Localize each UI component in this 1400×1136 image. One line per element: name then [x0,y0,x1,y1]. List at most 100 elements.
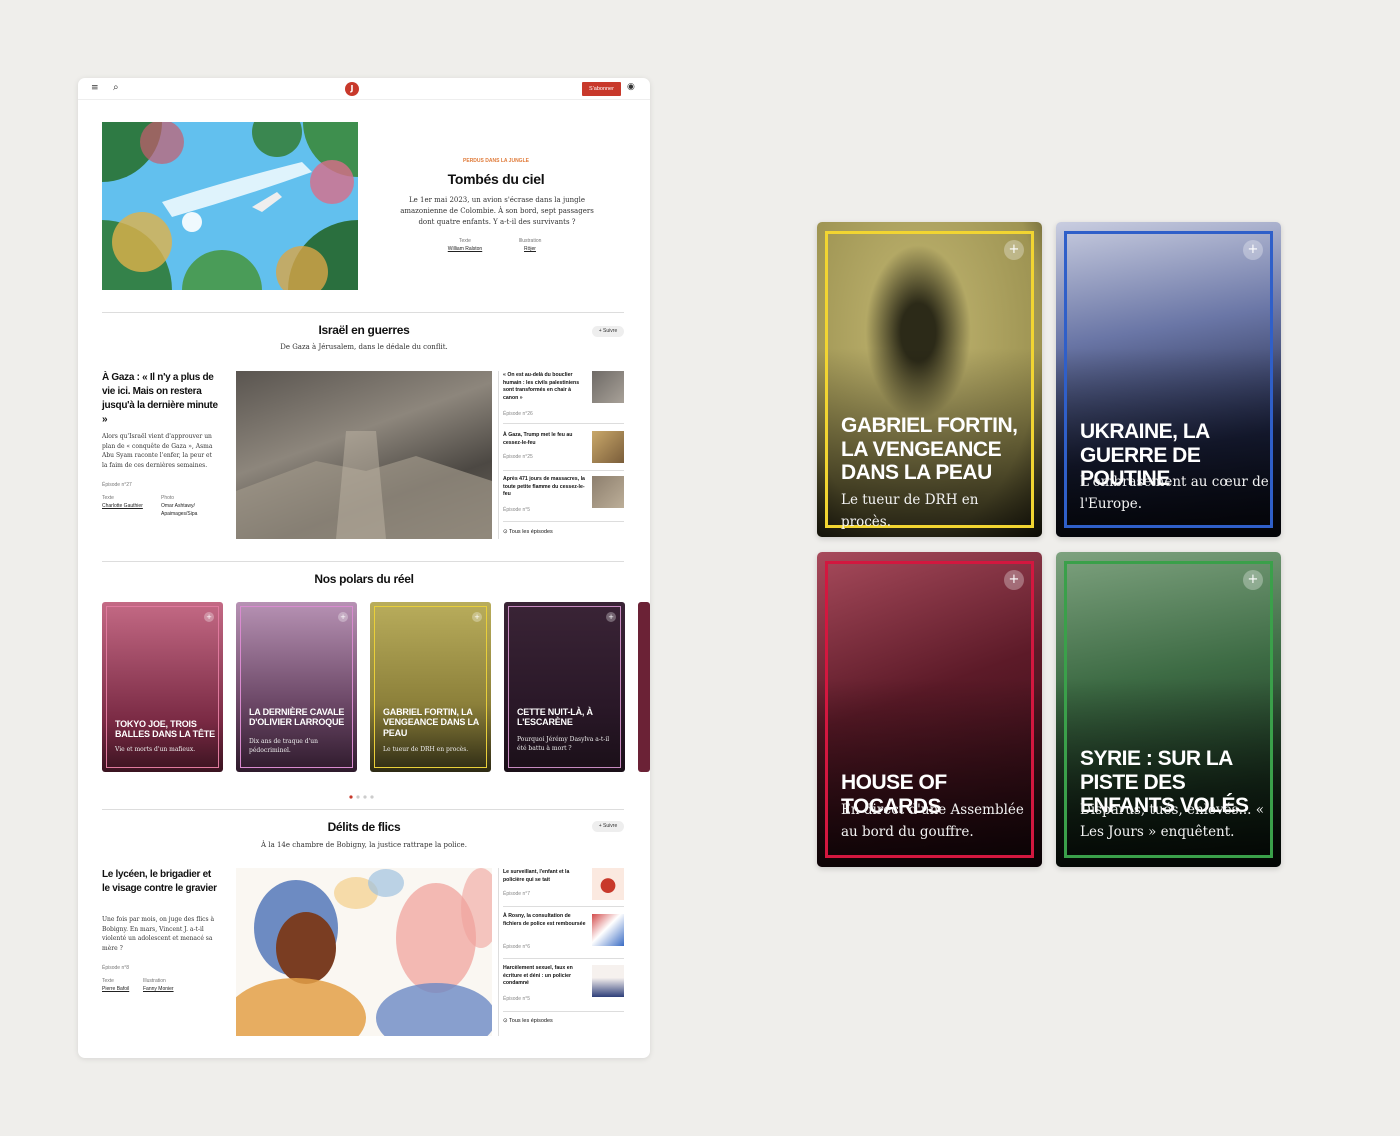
series-card[interactable]: + Cette nuit-là, à l'Escarène Pourquoi J… [504,602,625,772]
card-subtitle: Vie et morts d'un mafieux. [115,746,196,753]
series-card[interactable]: + La dernière cavale d'Olivier Larroque … [236,602,357,772]
card-subtitle: Le tueur de DRH en procès. [841,492,979,530]
series-card-large[interactable]: + Ukraine, la guerre de Poutine L'embras… [1056,222,1281,537]
hero-title[interactable]: Tombés du ciel [396,171,596,187]
website-mockup: ≡ ⌕ J S'abonner ◉ PERDUS DANS LA JUNGLE … [78,78,650,1058]
divider [503,521,624,522]
main-article-title[interactable]: À Gaza : « Il n'y a plus de vie ici. Mai… [102,371,222,427]
episode-thumbnail[interactable] [592,431,624,463]
section-title[interactable]: Nos polars du réel [249,572,479,586]
card-subtitle: Dix ans de traque d'un pédocriminel. [249,738,318,754]
gaza-photo[interactable] [236,371,492,539]
divider [503,906,624,907]
divider [102,561,624,562]
episode-title[interactable]: Le surveillant, l'enfant et la policière… [503,869,587,884]
add-icon[interactable]: + [606,612,616,622]
main-article-body: Une fois par mois, on juge des flics à B… [102,916,215,952]
divider [102,809,624,810]
carousel-dots[interactable] [348,784,380,799]
divider [102,312,624,313]
all-episodes-label: Tous les épisodes [509,1018,553,1024]
episode-title[interactable]: Après 471 jours de massacres, la toute p… [503,476,587,499]
all-episodes-link[interactable]: ⊙ Tous les épisodes [503,1018,553,1024]
follow-button[interactable]: + Suivre [592,326,624,337]
section-title[interactable]: Délits de flics [249,820,479,834]
menu-icon[interactable]: ≡ [91,84,99,93]
column-divider [498,371,499,539]
series-card[interactable]: + Gabriel Fortin, la vengeance dans la p… [370,602,491,772]
follow-button[interactable]: + Suivre [592,821,624,832]
section-subtitle: De Gaza à Jérusalem, dans le dédale du c… [280,343,448,351]
series-card-partial[interactable] [638,602,650,772]
credit-role: Texte [102,495,114,501]
episode-number: Épisode n°6 [503,944,531,950]
card-title: Cette nuit-là, à l'Escarène [517,707,593,728]
card-title: La dernière cavale d'Olivier Larroque [249,707,345,728]
divider [503,1011,624,1012]
card-subtitle: L'embrasement au cœur de l'Europe. [1080,474,1269,512]
series-card-large[interactable]: + Gabriel Fortin, la vengeance dans la p… [817,222,1042,537]
series-card-large[interactable]: + House of tocards En direct d'une Assem… [817,552,1042,867]
episode-thumbnail[interactable] [592,914,624,946]
episode-thumbnail[interactable] [592,476,624,508]
credit-name[interactable]: Fanny Monier [143,986,174,992]
episode-number: Épisode n°5 [503,996,531,1002]
add-icon[interactable]: + [1004,570,1024,590]
episode-thumbnail[interactable] [592,868,624,900]
episode-number: Épisode n°8 [102,965,130,971]
episode-title[interactable]: À Gaza, Trump met le feu au cessez-le-fe… [503,432,587,447]
episode-title[interactable]: À Rosny, la consultation de fichiers de … [503,913,587,928]
add-icon[interactable]: + [1243,240,1263,260]
main-article-body: Alors qu'Israël vient d'approuver un pla… [102,433,213,469]
episode-number: Épisode n°5 [503,507,531,513]
police-illustration[interactable] [236,868,492,1036]
card-title: Gabriel Fortin, la vengeance dans la pea… [841,414,1018,485]
episode-thumbnail[interactable] [592,965,624,997]
chevron-right-icon: ⊙ [503,529,508,535]
add-icon[interactable]: + [204,612,214,622]
credit-role: Photo [161,495,175,501]
series-card-large[interactable]: + Syrie : sur la piste des enfants volés… [1056,552,1281,867]
series-card[interactable]: + Tokyo Joe, trois balles dans la tête V… [102,602,223,772]
episode-title[interactable]: Harcèlement sexuel, faux en écriture et … [503,965,587,988]
divider [503,958,624,959]
credit-role: Texte [102,978,114,984]
column-divider [498,868,499,1036]
credit-role: Illustration [143,978,166,984]
episode-thumbnail[interactable] [592,371,624,403]
add-icon[interactable]: + [472,612,482,622]
main-article-title[interactable]: Le lycéen, le brigadier et le visage con… [102,868,217,896]
episode-number: Épisode n°7 [503,891,531,897]
credit-name[interactable]: Omar Ashtawy/ Apaimages/Sipa [161,503,211,518]
card-title: Tokyo Joe, trois balles dans la tête [115,719,215,740]
hero-credit-name[interactable]: Röjer [505,246,555,252]
add-icon[interactable]: + [1004,240,1024,260]
episode-number: Épisode n°25 [503,454,533,460]
add-icon[interactable]: + [338,612,348,622]
card-frame [374,606,487,768]
hero-kicker: PERDUS DANS LA JUNGLE [463,158,529,164]
all-episodes-link[interactable]: ⊙ Tous les épisodes [503,529,553,535]
section-subtitle: À la 14e chambre de Bobigny, la justice … [261,841,467,849]
divider [503,470,624,471]
episode-title[interactable]: « On est au-delà du bouclier humain : le… [503,372,587,402]
divider [503,423,624,424]
subscribe-button[interactable]: S'abonner [582,82,621,96]
card-title: Gabriel Fortin, la vengeance dans la pea… [383,707,479,738]
hero-illustration[interactable] [102,122,358,290]
hero-credit-name[interactable]: William Ralston [440,246,490,252]
card-frame [106,606,219,768]
hero-credit-role: Texte [459,238,471,244]
top-bar: ≡ ⌕ J S'abonner ◉ [78,78,650,100]
card-subtitle: Disparus, tués, enlevés... « Les Jours »… [1080,802,1264,840]
credit-name[interactable]: Charlotte Gauthier [102,503,143,509]
section-title[interactable]: Israël en guerres [249,323,479,337]
add-icon[interactable]: + [1243,570,1263,590]
chevron-right-icon: ⊙ [503,1018,508,1024]
search-icon[interactable]: ⌕ [113,83,119,93]
hero-credit-role: Illustration [518,238,542,244]
account-icon[interactable]: ◉ [627,83,635,92]
logo[interactable]: J [345,82,359,96]
credit-name[interactable]: Pierre Bafoil [102,986,129,992]
card-subtitle: Le tueur de DRH en procès. [383,746,469,753]
